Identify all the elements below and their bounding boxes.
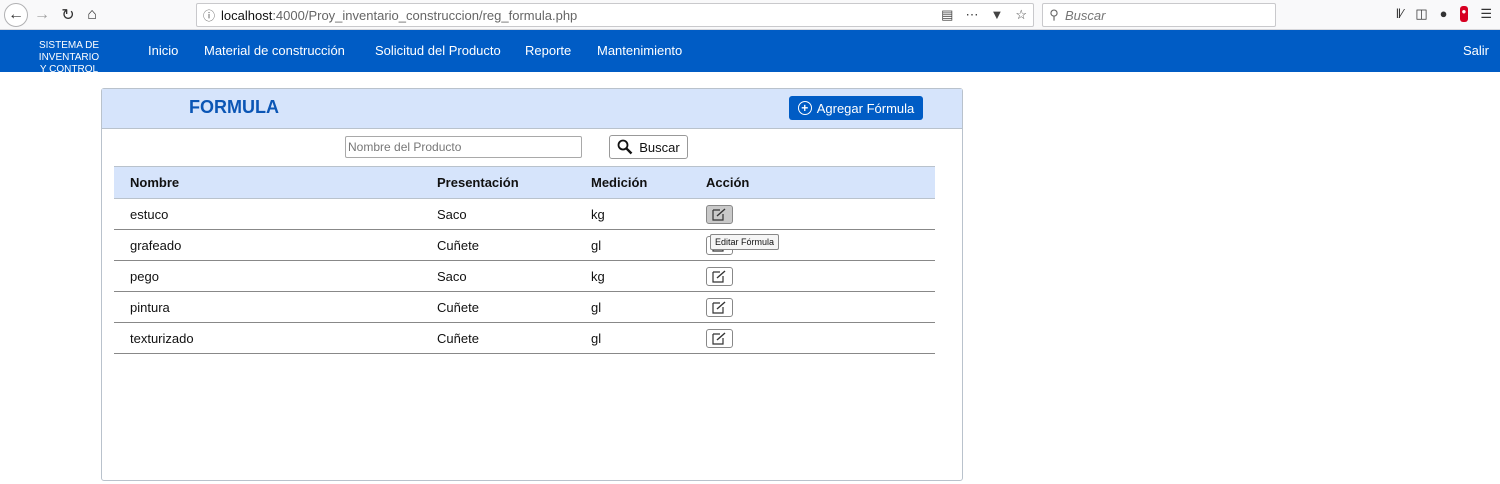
brand-line-1: SISTEMA DE INVENTARIO — [38, 40, 100, 63]
cell-accion — [690, 260, 935, 292]
menu-icon[interactable]: ☰ — [1480, 6, 1492, 22]
cell-medicion: gl — [575, 229, 690, 261]
edit-formula-button[interactable] — [706, 204, 733, 224]
add-formula-label: Agregar Fórmula — [816, 100, 915, 116]
nav-item-mantenimiento[interactable]: Mantenimiento — [597, 43, 682, 58]
logout-link[interactable]: Salir — [1463, 43, 1489, 58]
cell-accion — [690, 198, 935, 230]
search-button-label: Buscar — [639, 139, 680, 155]
home-icon[interactable]: ⌂ — [80, 3, 104, 27]
nav-item-reporte[interactable]: Reporte — [525, 43, 571, 58]
edit-icon — [712, 300, 726, 314]
forward-arrow-icon[interactable]: → — [30, 3, 54, 27]
pocket-icon[interactable]: ▼ — [990, 7, 1003, 23]
table-row: pego Saco kg — [114, 260, 935, 292]
browser-search-placeholder: Buscar — [1065, 7, 1106, 23]
search-icon: ⚲ — [1049, 7, 1059, 22]
cell-presentacion: Saco — [421, 260, 575, 292]
nav-item-material[interactable]: Material de construcción — [204, 43, 345, 58]
column-header-presentacion: Presentación — [421, 166, 575, 199]
addon-badge-icon[interactable]: ● — [1459, 6, 1469, 22]
cell-nombre: estuco — [114, 198, 421, 230]
url-bar[interactable]: ⓘ localhost:4000/Proy_inventario_constru… — [196, 3, 1034, 27]
browser-toolbar: ← → ↻ ⌂ ⓘ localhost:4000/Proy_inventario… — [0, 0, 1500, 30]
cell-nombre: pego — [114, 260, 421, 292]
add-formula-button[interactable]: + Agregar Fórmula — [789, 96, 923, 120]
bookmark-star-icon[interactable]: ☆ — [1015, 7, 1027, 23]
nav-item-solicitud[interactable]: Solicitud del Producto — [375, 43, 501, 58]
cell-nombre: pintura — [114, 291, 421, 323]
brand-logo[interactable]: SISTEMA DE INVENTARIO Y CONTROL — [8, 40, 130, 76]
sidebar-icon[interactable]: ◫ — [1415, 6, 1427, 22]
cell-medicion: gl — [575, 291, 690, 323]
info-icon[interactable]: ⓘ — [197, 7, 221, 24]
library-icon[interactable]: ‖⁄ — [1396, 6, 1404, 22]
edit-formula-button[interactable] — [706, 328, 733, 348]
plus-circle-icon: + — [797, 101, 812, 115]
search-button[interactable]: Buscar — [609, 135, 688, 159]
url-path: :4000/Proy_inventario_construccion/reg_f… — [272, 7, 578, 23]
table-row: grafeado Cuñete gl Editar Fórmula — [114, 229, 935, 261]
table-row: estuco Saco kg — [114, 198, 935, 230]
cell-accion — [690, 291, 935, 323]
page-actions-icon[interactable]: ⋯ — [965, 7, 978, 23]
reload-icon[interactable]: ↻ — [56, 3, 80, 27]
reader-view-icon[interactable]: ▤ — [941, 7, 953, 23]
cell-nombre: grafeado — [114, 229, 421, 261]
edit-formula-button[interactable] — [706, 297, 733, 317]
cell-presentacion: Cuñete — [421, 291, 575, 323]
back-arrow-icon[interactable]: ← — [4, 3, 28, 27]
edit-icon — [712, 269, 726, 283]
column-header-medicion: Medición — [575, 166, 690, 199]
column-header-accion: Acción — [690, 166, 935, 199]
cell-presentacion: Cuñete — [421, 322, 575, 354]
extension-icon[interactable]: ● — [1440, 6, 1448, 22]
edit-icon — [712, 207, 726, 221]
product-search-input[interactable] — [345, 136, 582, 158]
table-row: texturizado Cuñete gl — [114, 322, 935, 354]
cell-accion — [690, 322, 935, 354]
table-row: pintura Cuñete gl — [114, 291, 935, 323]
cell-presentacion: Cuñete — [421, 229, 575, 261]
browser-search-field[interactable]: ⚲ Buscar — [1042, 3, 1276, 27]
nav-item-inicio[interactable]: Inicio — [148, 43, 178, 58]
app-navbar: SISTEMA DE INVENTARIO Y CONTROL Inicio M… — [0, 30, 1500, 75]
brand-line-2: Y CONTROL — [39, 64, 99, 75]
url-host: localhost — [221, 7, 273, 23]
column-header-nombre: Nombre — [114, 166, 421, 199]
panel-header: FORMULA + Agregar Fórmula — [102, 89, 962, 129]
formula-panel: FORMULA + Agregar Fórmula Buscar Nombre … — [101, 88, 963, 481]
cell-medicion: kg — [575, 260, 690, 292]
edit-tooltip: Editar Fórmula — [710, 234, 780, 250]
edit-icon — [712, 331, 726, 345]
cell-medicion: kg — [575, 198, 690, 230]
formula-table: Nombre Presentación Medición Acción estu… — [114, 166, 935, 354]
edit-formula-button[interactable] — [706, 266, 733, 286]
cell-medicion: gl — [575, 322, 690, 354]
magnifier-icon — [617, 139, 633, 155]
cell-nombre: texturizado — [114, 322, 421, 354]
page-title: FORMULA — [189, 97, 279, 117]
table-header-row: Nombre Presentación Medición Acción — [114, 166, 935, 199]
cell-presentacion: Saco — [421, 198, 575, 230]
cell-accion: Editar Fórmula — [690, 229, 935, 261]
